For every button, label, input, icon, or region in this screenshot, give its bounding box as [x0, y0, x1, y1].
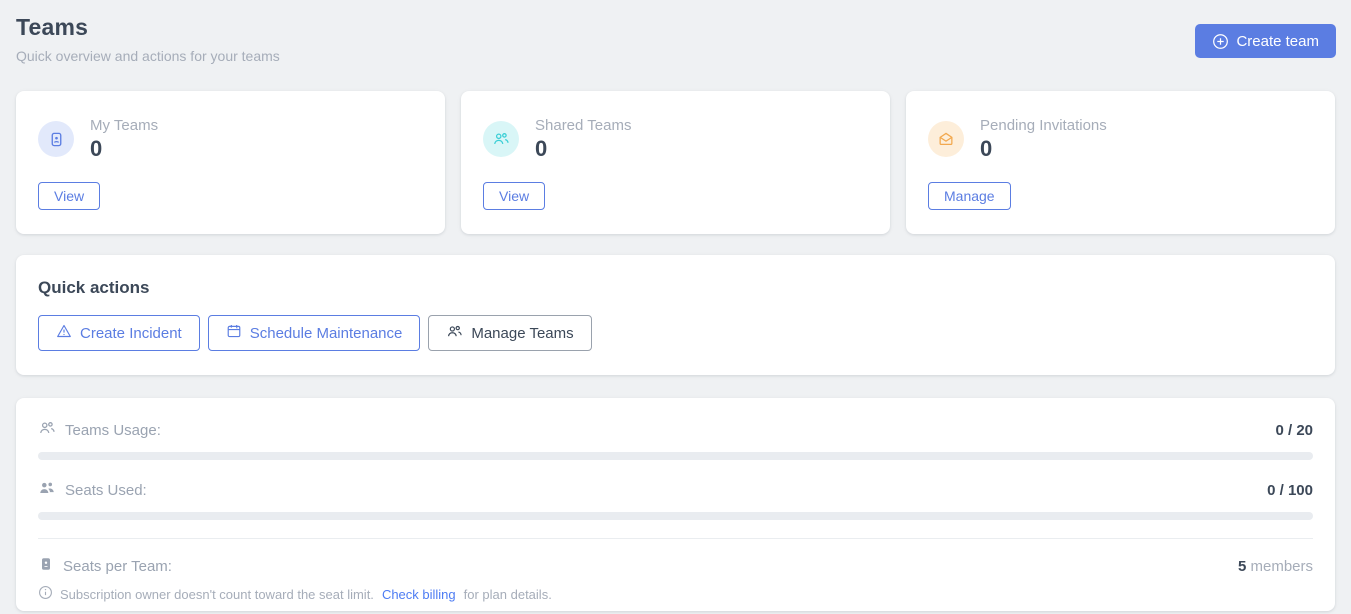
badge-filled-icon — [38, 556, 54, 576]
teams-usage-label: Teams Usage: — [65, 422, 161, 439]
seats-per-team-row: Seats per Team: 5 members — [38, 556, 1313, 576]
info-icon — [38, 585, 53, 603]
schedule-maintenance-button[interactable]: Schedule Maintenance — [208, 315, 421, 351]
envelope-icon — [928, 121, 964, 157]
note-text-after: for plan details. — [464, 587, 552, 602]
create-team-button[interactable]: Create team — [1195, 24, 1336, 58]
users-icon — [446, 323, 463, 344]
view-shared-teams-button[interactable]: View — [483, 182, 545, 210]
seats-used-value: 0 / 100 — [1267, 482, 1313, 499]
quick-actions-title: Quick actions — [38, 278, 1313, 298]
create-incident-button[interactable]: Create Incident — [38, 315, 200, 351]
usage-panel: Teams Usage: 0 / 20 Seats Used: 0 / 100 — [16, 398, 1335, 611]
card-label: Shared Teams — [535, 117, 631, 134]
stat-cards-row: My Teams 0 View Shared Teams — [16, 91, 1335, 234]
create-team-label: Create team — [1236, 33, 1319, 50]
badge-icon — [38, 121, 74, 157]
shared-teams-card: Shared Teams 0 View — [461, 91, 890, 234]
pending-invitations-card: Pending Invitations 0 Manage — [906, 91, 1335, 234]
seats-used-row: Seats Used: 0 / 100 — [38, 479, 1313, 501]
check-billing-link[interactable]: Check billing — [382, 587, 456, 602]
card-label: My Teams — [90, 117, 158, 134]
teams-usage-progressbar — [38, 452, 1313, 460]
page-subtitle: Quick overview and actions for your team… — [16, 48, 1335, 64]
teams-usage-value: 0 / 20 — [1275, 422, 1313, 439]
my-teams-card: My Teams 0 View — [16, 91, 445, 234]
calendar-icon — [226, 323, 242, 343]
card-value: 0 — [980, 137, 1107, 161]
seats-used-label: Seats Used: — [65, 482, 147, 499]
users-outline-icon — [38, 419, 56, 441]
seats-used-progressbar — [38, 512, 1313, 520]
circle-plus-icon — [1212, 33, 1229, 50]
page-header: Teams Quick overview and actions for you… — [16, 14, 1335, 64]
seat-limit-note: Subscription owner doesn't count toward … — [38, 585, 1313, 603]
card-value: 0 — [90, 137, 158, 161]
divider — [38, 538, 1313, 539]
warning-icon — [56, 323, 72, 343]
seats-per-team-label: Seats per Team: — [63, 558, 172, 575]
note-text-before: Subscription owner doesn't count toward … — [60, 587, 374, 602]
quick-actions-panel: Quick actions Create Incident — [16, 255, 1335, 375]
users-icon — [483, 121, 519, 157]
view-my-teams-button[interactable]: View — [38, 182, 100, 210]
seats-per-team-value: 5 members — [1238, 558, 1313, 575]
teams-usage-row: Teams Usage: 0 / 20 — [38, 419, 1313, 441]
card-label: Pending Invitations — [980, 117, 1107, 134]
manage-teams-button[interactable]: Manage Teams — [428, 315, 591, 351]
manage-invitations-button[interactable]: Manage — [928, 182, 1011, 210]
page-title: Teams — [16, 14, 1335, 41]
users-filled-icon — [38, 479, 56, 501]
page-container: Teams Quick overview and actions for you… — [0, 0, 1351, 611]
card-value: 0 — [535, 137, 631, 161]
